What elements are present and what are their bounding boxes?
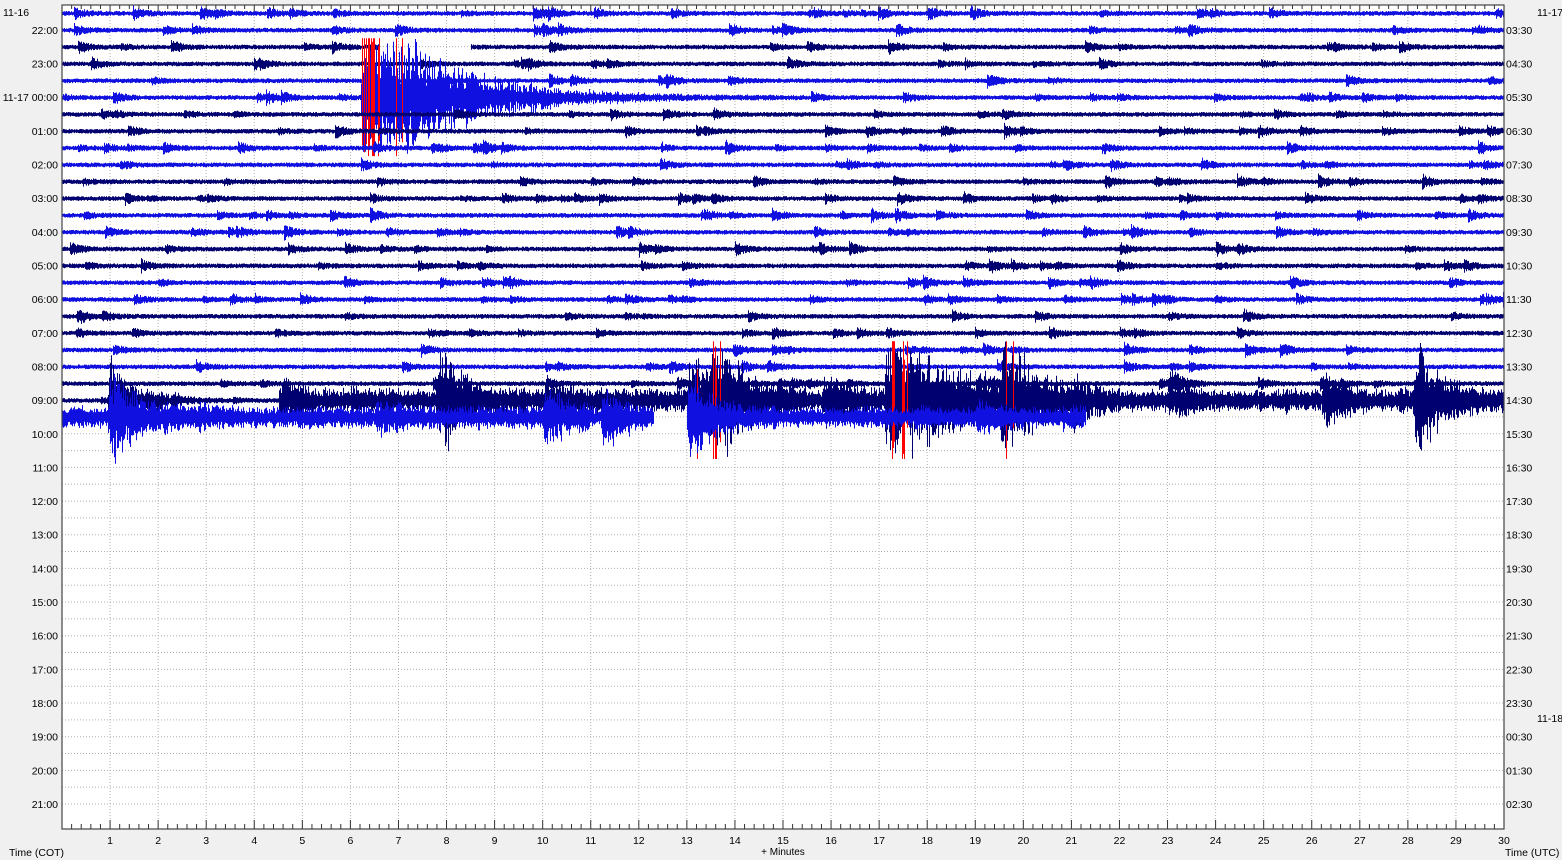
right-time-label: 14:30 xyxy=(1506,395,1532,407)
x-tick-label: 24 xyxy=(1210,835,1222,847)
right-time-label: 06:30 xyxy=(1506,126,1532,138)
x-tick-label: 8 xyxy=(444,835,450,847)
left-time-label: 08:00 xyxy=(32,361,58,373)
date-label: 11-16 xyxy=(3,7,29,19)
x-tick-label: 7 xyxy=(396,835,402,847)
x-tick-label: 5 xyxy=(299,835,305,847)
x-tick-label: 9 xyxy=(492,835,498,847)
helicorder-chart: 1 2 3 4 5 6 7 8 9 10 11 12 13 14 15 16 17 18 19 20 21 22 23 24 2… xyxy=(3,4,1562,859)
left-time-label: 21:00 xyxy=(32,799,58,811)
right-time-label: 05:30 xyxy=(1506,92,1532,104)
right-time-label: 07:30 xyxy=(1506,159,1532,171)
left-time-label: 18:00 xyxy=(32,698,58,710)
left-time-label: 20:00 xyxy=(32,765,58,777)
left-time-label: 11-17 00:00 xyxy=(3,92,58,104)
right-time-label: 23:30 xyxy=(1506,698,1532,710)
x-tick-label: 4 xyxy=(251,835,257,847)
x-tick-label: 28 xyxy=(1402,835,1414,847)
x-tick-label: 15 xyxy=(777,835,789,847)
right-time-label: 19:30 xyxy=(1506,563,1532,575)
right-time-label: 20:30 xyxy=(1506,597,1532,609)
date-label: 11-17 xyxy=(1537,7,1562,19)
left-time-label: 13:00 xyxy=(32,530,58,542)
x-tick-label: 10 xyxy=(537,835,549,847)
right-time-label: 21:30 xyxy=(1506,631,1532,643)
x-tick-label: 26 xyxy=(1306,835,1318,847)
x-tick-label: 6 xyxy=(347,835,353,847)
right-time-label: 22:30 xyxy=(1506,664,1532,676)
left-time-label: 11:00 xyxy=(33,462,59,474)
date-label: 11-18 xyxy=(1537,713,1562,725)
left-time-label: 15:00 xyxy=(32,597,58,609)
right-time-label: 18:30 xyxy=(1506,530,1532,542)
right-time-label: 02:30 xyxy=(1506,799,1532,811)
x-tick-label: 27 xyxy=(1354,835,1366,847)
left-time-label: 10:00 xyxy=(32,429,58,441)
left-time-label: 01:00 xyxy=(32,126,58,138)
left-time-label: 12:00 xyxy=(32,496,58,508)
left-time-label: 17:00 xyxy=(32,664,58,676)
right-time-label: 13:30 xyxy=(1506,361,1532,373)
x-tick-label: 30 xyxy=(1498,835,1510,847)
left-axis-title: Time (COT) xyxy=(9,847,64,859)
left-time-label: 16:00 xyxy=(32,631,58,643)
x-tick-label: 11 xyxy=(585,835,596,847)
x-tick-label: 19 xyxy=(969,835,981,847)
right-time-label: 17:30 xyxy=(1506,496,1532,508)
x-tick-label: 2 xyxy=(155,835,161,847)
x-tick-label: 25 xyxy=(1258,835,1270,847)
left-time-label: 23:00 xyxy=(32,58,58,70)
right-time-label: 01:30 xyxy=(1506,765,1532,777)
left-time-label: 02:00 xyxy=(32,159,58,171)
x-tick-label: 20 xyxy=(1017,835,1029,847)
right-time-label: 16:30 xyxy=(1506,462,1532,474)
x-tick-label: 13 xyxy=(681,835,693,847)
right-time-label: 09:30 xyxy=(1506,227,1532,239)
left-time-label: 22:00 xyxy=(32,25,58,37)
left-time-label: 04:00 xyxy=(32,227,58,239)
right-time-label: 08:30 xyxy=(1506,193,1532,205)
x-tick-label: 17 xyxy=(873,835,885,847)
left-time-label: 14:00 xyxy=(32,563,58,575)
x-tick-label: 12 xyxy=(633,835,645,847)
right-time-label: 04:30 xyxy=(1506,58,1532,70)
x-tick-label: 18 xyxy=(921,835,933,847)
x-tick-label: 29 xyxy=(1450,835,1462,847)
right-time-label: 00:30 xyxy=(1506,732,1532,744)
right-time-label: 15:30 xyxy=(1506,429,1532,441)
right-time-label: 10:30 xyxy=(1506,260,1532,272)
left-time-label: 05:00 xyxy=(32,260,58,272)
left-time-label: 09:00 xyxy=(32,395,58,407)
left-time-label: 03:00 xyxy=(32,193,58,205)
x-tick-label: 14 xyxy=(729,835,741,847)
right-time-label: 11:30 xyxy=(1506,294,1532,306)
x-tick-label: 23 xyxy=(1162,835,1174,847)
x-tick-label: 3 xyxy=(203,835,209,847)
x-tick-label: 1 xyxy=(107,835,113,847)
x-tick-label: 16 xyxy=(825,835,837,847)
x-tick-label: 21 xyxy=(1066,835,1078,847)
left-time-label: 19:00 xyxy=(32,732,58,744)
right-time-label: 03:30 xyxy=(1506,25,1532,37)
x-tick-label: 22 xyxy=(1114,835,1126,847)
right-time-label: 12:30 xyxy=(1506,328,1532,340)
left-time-label: 07:00 xyxy=(32,328,58,340)
right-axis-title: Time (UTC) xyxy=(1505,847,1559,859)
x-axis-title: + Minutes xyxy=(761,847,805,858)
left-time-label: 06:00 xyxy=(32,294,58,306)
